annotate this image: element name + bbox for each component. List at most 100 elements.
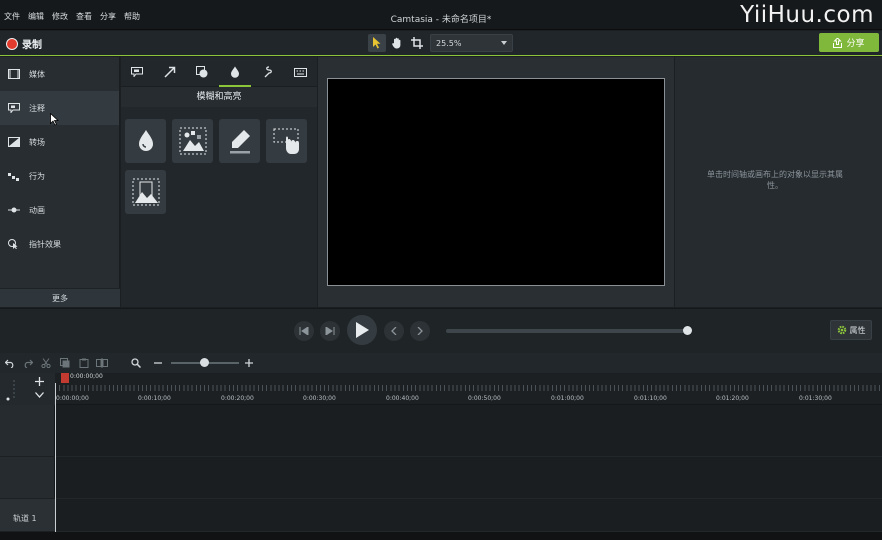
canvas-tools <box>368 34 426 52</box>
properties-button[interactable]: 属性 <box>830 320 872 340</box>
blur-drop-icon <box>138 130 153 151</box>
playback-scrubber[interactable] <box>446 326 692 335</box>
play-icon <box>356 322 369 338</box>
timeline-header <box>0 373 55 405</box>
sidebar-item-animations[interactable]: 动画 <box>0 193 119 227</box>
zoom-select[interactable]: 25.5% <box>430 34 513 52</box>
chevron-down-icon <box>501 41 507 45</box>
ruler-label: 0:00:40;00 <box>386 395 419 402</box>
track-options-icon[interactable] <box>6 377 20 401</box>
track-lane-1[interactable] <box>55 499 882 532</box>
record-label: 录制 <box>22 40 42 51</box>
tab-sketch[interactable] <box>251 57 284 87</box>
step-back-button[interactable] <box>294 321 314 341</box>
track-lane[interactable] <box>55 457 882 499</box>
transition-icon <box>8 137 20 147</box>
tile-highlight[interactable] <box>219 119 260 163</box>
timeline-tracks[interactable] <box>55 405 882 532</box>
track-lane[interactable] <box>55 405 882 457</box>
split-button[interactable] <box>96 357 108 369</box>
next-button[interactable] <box>410 321 430 341</box>
redo-icon <box>24 359 33 368</box>
watermark: YiiHuu.com <box>740 2 874 28</box>
video-canvas[interactable] <box>327 78 665 286</box>
sidebar-item-label: 转场 <box>29 137 45 147</box>
ruler-label: 0:00:10;00 <box>138 395 171 402</box>
properties-panel: 单击时间轴或画布上的对象以显示其属性。 <box>675 57 882 307</box>
tile-pixelate[interactable] <box>172 119 213 163</box>
mask-icon <box>132 178 159 206</box>
cursor-effect-icon <box>8 239 20 249</box>
sidebar-item-transitions[interactable]: 转场 <box>0 125 119 159</box>
share-button[interactable]: 分享 <box>819 33 879 52</box>
zoom-in-button[interactable] <box>243 357 255 369</box>
sidebar-item-label: 注释 <box>29 103 45 113</box>
blur-highlight-tiles <box>125 119 315 214</box>
callout-icon <box>131 67 144 77</box>
record-button[interactable]: 录制 <box>6 36 42 51</box>
zoom-out-button[interactable] <box>152 357 164 369</box>
crop-icon <box>411 37 423 49</box>
sidebar-item-behaviors[interactable]: 行为 <box>0 159 119 193</box>
play-button[interactable] <box>347 315 377 345</box>
menu-bar: 文件 编辑 修改 查看 分享 帮助 Camtasia - 未命名项目* YiiH… <box>0 0 882 30</box>
sidebar-item-media[interactable]: 媒体 <box>0 57 119 91</box>
ruler-label: 0:01:20;00 <box>716 395 749 402</box>
ruler-ticks <box>55 385 882 391</box>
tab-keystroke[interactable] <box>284 57 317 87</box>
ruler-label: 0:01:30;00 <box>799 395 832 402</box>
chevron-down-icon[interactable] <box>35 392 44 398</box>
pan-tool[interactable] <box>388 34 406 52</box>
copy-button[interactable] <box>59 357 71 369</box>
step-forward-button[interactable] <box>320 321 340 341</box>
zoom-search-button[interactable] <box>130 357 142 369</box>
chevron-left-icon <box>391 327 397 335</box>
zoom-slider-handle[interactable] <box>200 358 209 367</box>
sidebar-item-annotations[interactable]: 注释 <box>0 91 119 125</box>
sidebar-item-cursor-effects[interactable]: 指针效果 <box>0 227 119 261</box>
keyboard-icon <box>293 67 307 77</box>
tab-arrows[interactable] <box>154 57 187 87</box>
ruler-label: 0:00:00;00 <box>56 395 89 402</box>
tab-blur-highlight[interactable] <box>218 57 252 87</box>
sidebar-item-label: 指针效果 <box>29 239 61 249</box>
previous-button[interactable] <box>384 321 404 341</box>
tile-spotlight[interactable] <box>266 119 307 163</box>
timeline-zoom-slider[interactable] <box>171 358 239 367</box>
shape-icon <box>196 66 208 78</box>
paste-button[interactable] <box>78 357 90 369</box>
undo-button[interactable] <box>4 357 16 369</box>
ruler-label: 0:00:20;00 <box>221 395 254 402</box>
cut-button[interactable] <box>40 357 52 369</box>
hand-icon <box>392 37 401 49</box>
highlight-icon <box>229 130 250 154</box>
annotation-tabs <box>121 57 317 87</box>
split-icon <box>96 358 108 368</box>
animation-icon <box>8 205 20 215</box>
add-track-icon[interactable] <box>35 377 44 386</box>
crop-tool[interactable] <box>408 34 426 52</box>
scrubber-handle[interactable] <box>683 326 692 335</box>
pixelate-icon <box>179 127 206 155</box>
playhead-time: 0:00:00;00 <box>70 373 103 380</box>
sidebar-item-label: 行为 <box>29 171 45 181</box>
select-tool[interactable] <box>368 34 386 52</box>
sidebar-more-button[interactable]: 更多 <box>0 288 120 307</box>
behavior-icon <box>8 171 20 181</box>
tab-shapes[interactable] <box>186 57 219 87</box>
undo-icon <box>5 359 14 368</box>
step-back-icon <box>299 327 309 335</box>
copy-icon <box>60 358 70 368</box>
plus-icon <box>245 359 253 367</box>
tile-blur[interactable] <box>125 119 166 163</box>
annotations-panel: 模糊和高亮 <box>121 57 317 307</box>
bottom-strip <box>0 532 882 540</box>
spotlight-icon <box>273 128 299 154</box>
tile-mask[interactable] <box>125 170 166 214</box>
ruler-label: 0:01:10;00 <box>634 395 667 402</box>
toolbar: 录制 25.5% 分享 <box>0 31 882 56</box>
playhead-handle[interactable] <box>61 373 69 383</box>
tab-callouts[interactable] <box>121 57 154 87</box>
timeline-ruler[interactable]: 0:00:00;00 0:00:10;00 0:00:20;00 0:00:30… <box>55 373 882 405</box>
redo-button[interactable] <box>22 357 34 369</box>
